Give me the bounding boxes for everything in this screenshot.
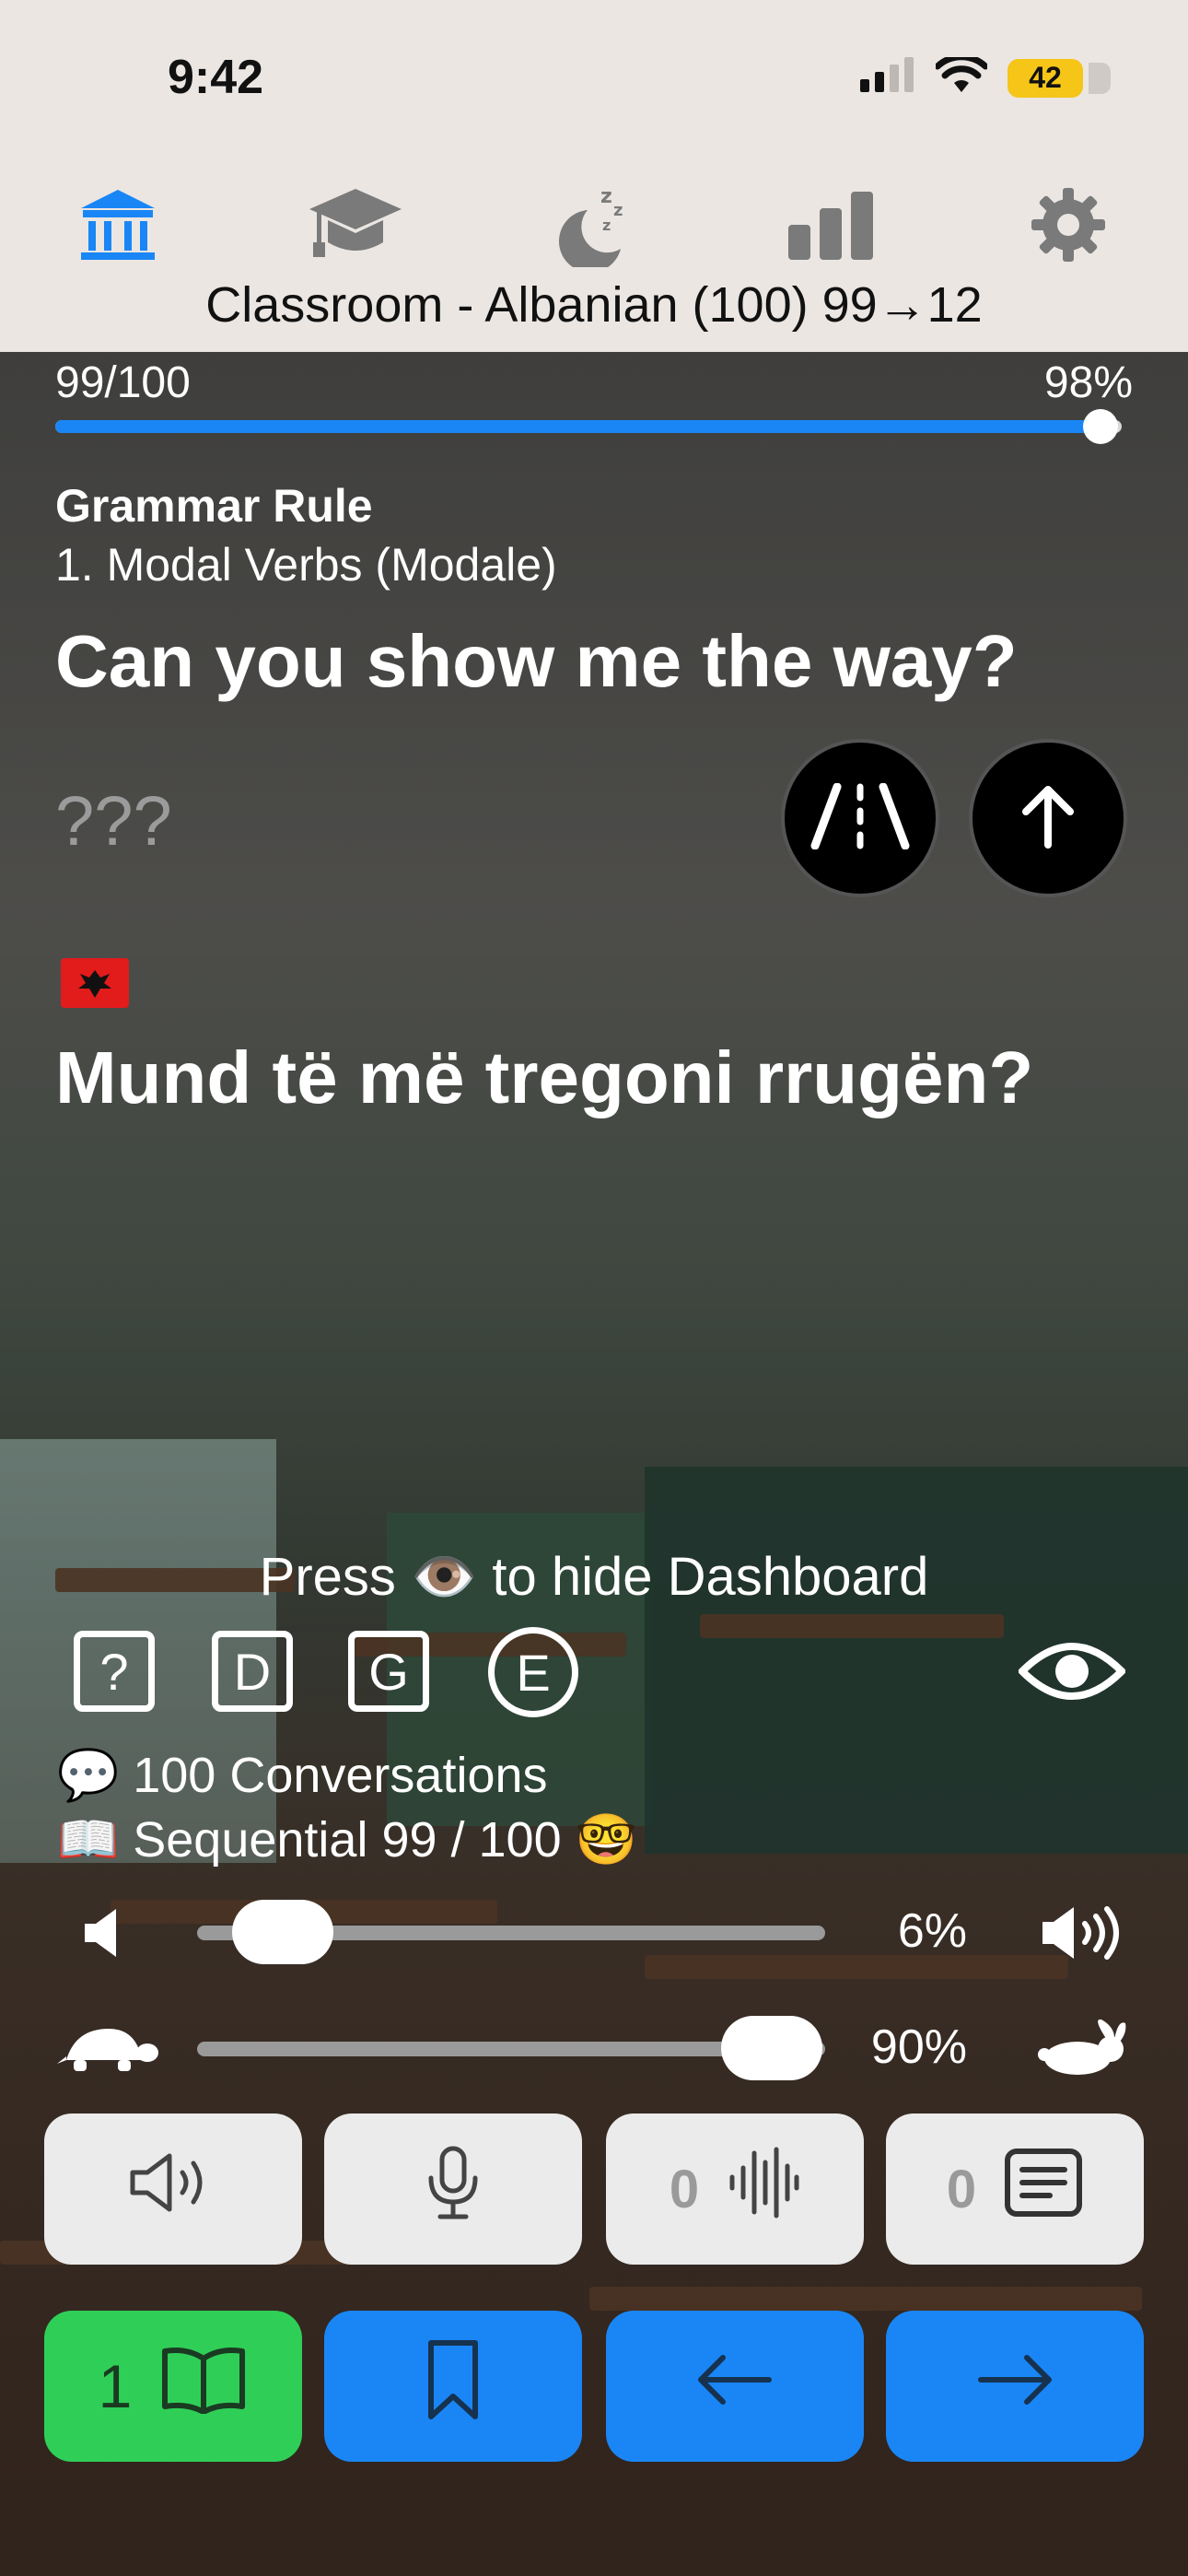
previous-button[interactable]	[606, 2311, 864, 2462]
volume-low-icon	[83, 1907, 123, 1963]
question-text: Can you show me the way?	[55, 620, 1018, 702]
tab-bar: z z z	[0, 181, 1188, 273]
volume-value: 6%	[897, 1904, 967, 1958]
graduation-cap-icon	[308, 185, 403, 269]
document-icon	[1004, 2148, 1083, 2231]
arrow-up-icon	[1020, 784, 1076, 853]
volume-slider-knob[interactable]	[231, 1900, 333, 1964]
arrow-right-icon	[975, 2352, 1054, 2420]
progress-count: 99/100	[55, 358, 191, 407]
tab-sleep[interactable]: z z z	[536, 181, 646, 273]
next-button[interactable]	[886, 2311, 1144, 2462]
gear-icon	[1030, 186, 1107, 268]
desk-decor	[700, 1614, 1004, 1638]
sequential-progress: 📖 Sequential 99 / 100 🤓	[57, 1812, 637, 1868]
volume-high-icon	[1041, 1903, 1124, 1967]
speed-value: 90%	[870, 2020, 967, 2074]
battery-indicator: 42	[1007, 58, 1111, 98]
sleep-icon: z z z	[547, 182, 635, 273]
book-icon	[159, 2346, 248, 2427]
road-button[interactable]	[781, 739, 939, 897]
bookmark-icon	[425, 2339, 481, 2433]
progress-knob[interactable]	[1082, 409, 1118, 444]
dashboard-hint: Press 👁️ to hide Dashboard	[259, 1547, 929, 1607]
recordings-button[interactable]: 0	[606, 2113, 864, 2265]
recordings-count: 0	[669, 2159, 700, 2219]
svg-text:z: z	[602, 217, 611, 234]
tab-learning[interactable]	[300, 181, 411, 273]
mode-d-button[interactable]: D	[212, 1631, 293, 1712]
eye-icon	[1017, 1643, 1127, 1712]
mode-e-button[interactable]: E	[488, 1627, 578, 1717]
book-count: 1	[98, 2352, 133, 2420]
tab-settings[interactable]	[1013, 181, 1124, 273]
progress-fill	[55, 420, 1101, 433]
rabbit-icon	[1037, 2018, 1129, 2081]
notes-button[interactable]: 0	[886, 2113, 1144, 2265]
desk-decor	[589, 2287, 1142, 2311]
speaker-icon	[127, 2150, 219, 2228]
arrow-left-icon	[695, 2352, 775, 2420]
status-time: 9:42	[168, 51, 264, 104]
road-icon	[809, 782, 911, 854]
desk-decor	[645, 1955, 1068, 1979]
speed-slider-knob[interactable]	[720, 2016, 822, 2080]
mode-g-button[interactable]: G	[348, 1631, 429, 1712]
microphone-icon	[425, 2145, 481, 2233]
waveform-icon	[727, 2146, 800, 2232]
tab-classroom[interactable]	[63, 181, 173, 273]
speak-button[interactable]	[44, 2113, 302, 2265]
stats-icon	[786, 188, 875, 266]
section-subtitle: 1. Modal Verbs (Modale)	[55, 539, 557, 591]
svg-text:z: z	[600, 185, 612, 208]
hide-dashboard-button[interactable]	[1017, 1634, 1127, 1713]
albania-flag-icon	[61, 958, 129, 1008]
section-heading: Grammar Rule	[55, 480, 373, 532]
turtle-icon	[57, 2023, 158, 2079]
svg-text:z: z	[613, 201, 623, 220]
mode-question-button[interactable]: ?	[74, 1631, 155, 1712]
record-button[interactable]	[324, 2113, 582, 2265]
notes-count: 0	[946, 2159, 977, 2219]
tab-stats[interactable]	[775, 181, 886, 273]
top-bar: 9:42 42 z z z Classroom - Albanian (100)…	[0, 0, 1188, 352]
bookmark-button[interactable]	[324, 2311, 582, 2462]
progress-track	[55, 420, 1122, 433]
progress-percent: 98%	[1043, 358, 1133, 407]
classroom-icon	[79, 188, 157, 266]
signal-icon	[860, 57, 915, 99]
translation-text: Mund të më tregoni rrugën?	[55, 1036, 1034, 1118]
answer-placeholder[interactable]: ???	[55, 781, 172, 861]
reveal-up-button[interactable]	[969, 739, 1127, 897]
status-indicators: 42	[860, 53, 1111, 99]
screen-title: Classroom - Albanian (100) 99→12	[205, 277, 983, 333]
book-button[interactable]: 1	[44, 2311, 302, 2462]
conversations-count: 💬 100 Conversations	[57, 1748, 548, 1803]
wifi-icon	[934, 53, 989, 99]
